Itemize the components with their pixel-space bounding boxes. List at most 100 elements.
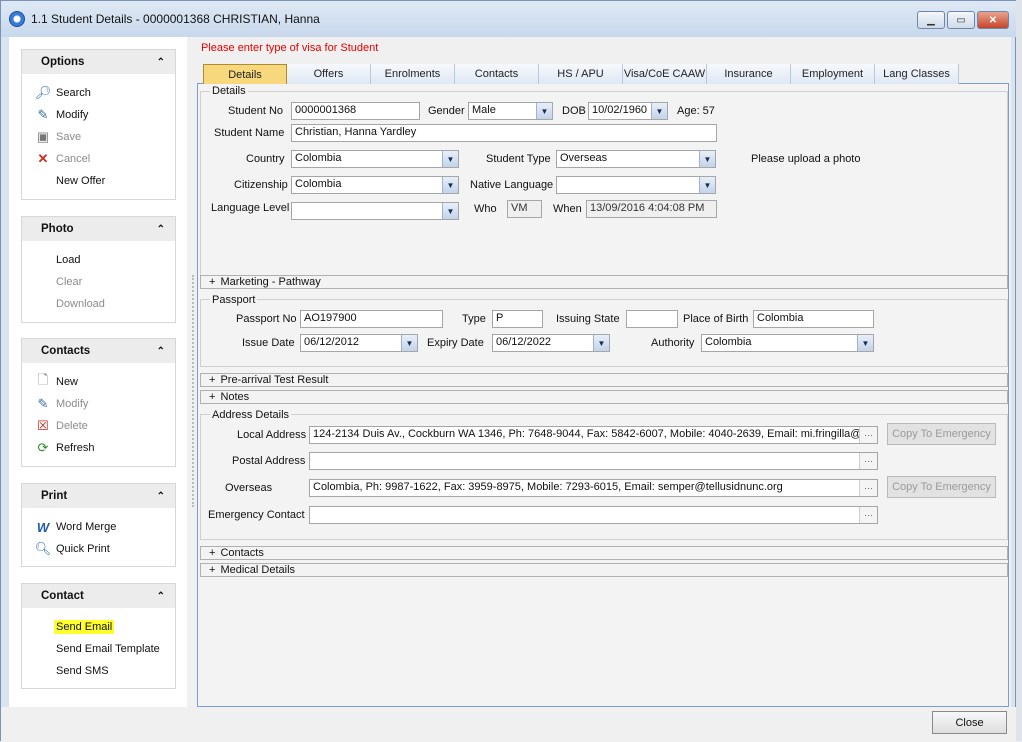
collapse-chevron-icon[interactable]: ⌃ — [157, 591, 165, 602]
passport-type-field[interactable]: P — [492, 310, 543, 328]
student-no-field[interactable]: 0000001368 — [291, 102, 420, 120]
passport-group-label: Passport — [210, 294, 258, 306]
native-language-select[interactable]: ▼ — [556, 176, 716, 194]
delete-label: Delete — [56, 420, 88, 432]
notes-section[interactable]: + Notes — [200, 390, 1008, 404]
contact-panel-header[interactable]: Contact ⌃ — [22, 584, 175, 608]
ellipsis-button[interactable]: ⋯ — [859, 480, 877, 496]
quick-print-action[interactable]: 🔍︎ Quick Print — [22, 538, 175, 560]
marketing-pathway-section[interactable]: + Marketing - Pathway — [200, 275, 1008, 289]
refresh-contact-action[interactable]: ⟳ Refresh — [22, 437, 175, 459]
medical-details-section[interactable]: + Medical Details — [200, 563, 1008, 577]
ellipsis-button[interactable]: ⋯ — [859, 507, 877, 523]
tab-offers[interactable]: Offers — [287, 64, 371, 84]
download-photo-action[interactable]: Download — [22, 293, 175, 315]
photo-panel-header[interactable]: Photo ⌃ — [22, 217, 175, 241]
dropdown-arrow-icon[interactable]: ▼ — [442, 203, 458, 219]
tab-enrolments[interactable]: Enrolments — [371, 64, 455, 84]
contacts-section[interactable]: + Contacts — [200, 546, 1008, 560]
issuing-state-field[interactable] — [626, 310, 678, 328]
citizenship-value: Colombia — [295, 178, 342, 190]
dropdown-arrow-icon[interactable]: ▼ — [536, 103, 552, 119]
expiry-date-picker[interactable]: 06/12/2022 ▼ — [492, 334, 610, 352]
passport-no-field[interactable]: AO197900 — [300, 310, 443, 328]
tab-employment[interactable]: Employment — [791, 64, 875, 84]
dropdown-arrow-icon[interactable]: ▼ — [699, 151, 715, 167]
delete-icon: ☒ — [37, 418, 49, 433]
search-action[interactable]: 🔎︎ Search — [22, 82, 175, 104]
dropdown-arrow-icon[interactable]: ▼ — [442, 151, 458, 167]
dropdown-arrow-icon[interactable]: ▼ — [593, 335, 609, 351]
delete-contact-action[interactable]: ☒ Delete — [22, 415, 175, 437]
modify-action[interactable]: ✎ Modify — [22, 104, 175, 126]
splitter-handle[interactable] — [192, 275, 195, 507]
student-name-field[interactable]: Christian, Hanna Yardley — [291, 124, 717, 142]
local-address-label: Local Address — [237, 429, 307, 441]
ellipsis-button[interactable]: ⋯ — [859, 427, 877, 443]
send-sms-action[interactable]: Send SMS — [22, 660, 175, 682]
word-merge-action[interactable]: W Word Merge — [22, 516, 175, 538]
clear-photo-action[interactable]: Clear — [22, 271, 175, 293]
dropdown-arrow-icon[interactable]: ▼ — [857, 335, 873, 351]
copy-to-emergency-overseas-button[interactable]: Copy To Emergency — [887, 476, 996, 498]
medical-details-label: Medical Details — [220, 564, 296, 576]
ellipsis-button[interactable]: ⋯ — [859, 453, 877, 469]
dob-label: DOB — [562, 105, 586, 117]
dob-date-picker[interactable]: 10/02/1960 ▼ — [588, 102, 668, 120]
send-email-action[interactable]: Send Email — [22, 616, 175, 638]
title-bar[interactable]: 1.1 Student Details - 0000001368 CHRISTI… — [1, 1, 1017, 37]
contacts-panel-header[interactable]: Contacts ⌃ — [22, 339, 175, 363]
contact-panel: Contact ⌃ Send Email Send Email Template… — [21, 583, 176, 689]
language-level-select[interactable]: ▼ — [291, 202, 459, 220]
student-type-select[interactable]: Overseas ▼ — [556, 150, 716, 168]
new-contact-action[interactable]: 🗋 New — [22, 371, 175, 393]
overseas-address-field[interactable]: Colombia, Ph: 9987-1622, Fax: 3959-8975,… — [309, 479, 878, 497]
postal-address-field[interactable]: ⋯ — [309, 452, 878, 470]
close-button[interactable]: Close — [932, 711, 1007, 734]
issue-date-picker[interactable]: 06/12/2012 ▼ — [300, 334, 418, 352]
gender-value: Male — [472, 104, 496, 116]
modify-contact-action[interactable]: ✎ Modify — [22, 393, 175, 415]
tab-details[interactable]: Details — [203, 64, 287, 85]
copy-to-emergency-local-button[interactable]: Copy To Emergency — [887, 423, 996, 445]
local-address-field[interactable]: 124-2134 Duis Av., Cockburn WA 1346, Ph:… — [309, 426, 878, 444]
collapse-chevron-icon[interactable]: ⌃ — [157, 491, 165, 502]
issue-date-label: Issue Date — [242, 337, 295, 349]
collapse-chevron-icon[interactable]: ⌃ — [157, 224, 165, 235]
citizenship-select[interactable]: Colombia ▼ — [291, 176, 459, 194]
authority-select[interactable]: Colombia ▼ — [701, 334, 874, 352]
place-of-birth-field[interactable]: Colombia — [753, 310, 874, 328]
tab-lang-classes[interactable]: Lang Classes — [875, 64, 959, 84]
dropdown-arrow-icon[interactable]: ▼ — [442, 177, 458, 193]
dob-value: 10/02/1960 — [592, 104, 648, 116]
overseas-address-value: Colombia, Ph: 9987-1622, Fax: 3959-8975,… — [313, 481, 783, 493]
minimize-button[interactable]: ▁ — [917, 11, 945, 29]
dropdown-arrow-icon[interactable]: ▼ — [401, 335, 417, 351]
maximize-button[interactable]: ▭ — [947, 11, 975, 29]
close-window-button[interactable]: ✕ — [977, 11, 1009, 29]
new-offer-action[interactable]: New Offer — [22, 170, 175, 192]
local-address-value: 124-2134 Duis Av., Cockburn WA 1346, Ph:… — [313, 428, 868, 440]
send-email-template-action[interactable]: Send Email Template — [22, 638, 175, 660]
collapse-chevron-icon[interactable]: ⌃ — [157, 57, 165, 68]
options-panel-header[interactable]: Options ⌃ — [22, 50, 175, 74]
save-action[interactable]: ▣ Save — [22, 126, 175, 148]
country-select[interactable]: Colombia ▼ — [291, 150, 459, 168]
load-photo-action[interactable]: Load — [22, 249, 175, 271]
refresh-icon: ⟳ — [37, 440, 49, 455]
gender-select[interactable]: Male ▼ — [468, 102, 553, 120]
print-panel-header[interactable]: Print ⌃ — [22, 484, 175, 508]
tab-hs-apu[interactable]: HS / APU — [539, 64, 623, 84]
who-label: Who — [474, 203, 497, 215]
tab-contacts[interactable]: Contacts — [455, 64, 539, 84]
dropdown-arrow-icon[interactable]: ▼ — [651, 103, 667, 119]
emergency-contact-field[interactable]: ⋯ — [309, 506, 878, 524]
when-field: 13/09/2016 4:04:08 PM — [586, 200, 717, 218]
dropdown-arrow-icon[interactable]: ▼ — [699, 177, 715, 193]
collapse-chevron-icon[interactable]: ⌃ — [157, 346, 165, 357]
tab-visa-coe[interactable]: Visa/CoE CAAW — [623, 64, 707, 84]
pre-arrival-section[interactable]: + Pre-arrival Test Result — [200, 373, 1008, 387]
cancel-action[interactable]: ✕ Cancel — [22, 148, 175, 170]
tab-insurance[interactable]: Insurance — [707, 64, 791, 84]
cancel-icon: ✕ — [37, 151, 49, 166]
